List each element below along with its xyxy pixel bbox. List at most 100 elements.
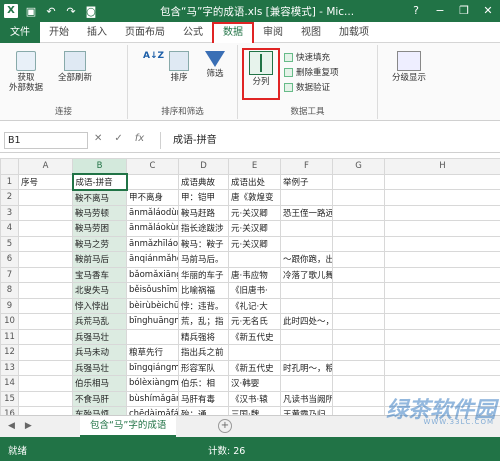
cell[interactable]: 兵强马壮: [72, 328, 127, 345]
cell[interactable]: 兵强马壮: [72, 359, 127, 376]
cell[interactable]: [384, 204, 500, 221]
column-header[interactable]: H: [384, 158, 500, 175]
cell[interactable]: 时孔明～，粮草丰足，所用之物，一切完: [280, 359, 333, 376]
cell[interactable]: [280, 375, 333, 392]
cell[interactable]: běisǒushīmǎ: [126, 282, 179, 299]
cell[interactable]: [18, 204, 73, 221]
cell[interactable]: 鞍马劳困: [72, 220, 127, 237]
column-header[interactable]: F: [280, 158, 333, 175]
enter-icon[interactable]: ✓: [114, 133, 122, 144]
cell[interactable]: 元·关汉卿: [228, 220, 281, 237]
cell[interactable]: [384, 297, 500, 314]
cell[interactable]: [384, 189, 500, 206]
data-validation-button[interactable]: 数据验证: [284, 81, 330, 93]
cell[interactable]: 成语出处: [228, 173, 281, 190]
row-number[interactable]: 12: [0, 344, 19, 361]
cell[interactable]: ānmǎláodùn: [126, 204, 179, 221]
cell[interactable]: [126, 173, 179, 190]
cell[interactable]: 元·无名氏: [228, 313, 281, 330]
column-header[interactable]: C: [126, 158, 179, 175]
cell[interactable]: [280, 189, 333, 206]
cell[interactable]: [280, 297, 333, 314]
name-box[interactable]: B1: [4, 132, 88, 149]
cell[interactable]: [18, 313, 73, 330]
cell[interactable]: 马肝有毒: [178, 390, 229, 407]
cell[interactable]: [18, 375, 73, 392]
tab-home[interactable]: 开始: [40, 22, 78, 43]
cell[interactable]: 不食马肝: [72, 390, 127, 407]
cell[interactable]: 形容军队: [178, 359, 229, 376]
sheet-prev-icon[interactable]: ◀: [8, 421, 15, 431]
cell[interactable]: 《新五代史: [228, 359, 281, 376]
cell[interactable]: ānqiánmǎhòu: [126, 251, 179, 268]
cell[interactable]: [332, 266, 385, 283]
cell[interactable]: bèirùbèichū: [126, 297, 179, 314]
row-number[interactable]: 1: [0, 173, 19, 190]
cell[interactable]: 伯乐：相: [178, 375, 229, 392]
cell[interactable]: [228, 344, 281, 361]
cell[interactable]: bīnghuāngmǎluàn: [126, 313, 179, 330]
cell[interactable]: [384, 266, 500, 283]
tab-page-layout[interactable]: 页面布局: [116, 22, 174, 43]
cell[interactable]: [332, 406, 385, 415]
cell[interactable]: 《礼记·大: [228, 297, 281, 314]
cell[interactable]: [332, 313, 385, 330]
camera-icon[interactable]: ◙: [84, 5, 98, 18]
column-header-selected[interactable]: B: [72, 158, 127, 175]
cell[interactable]: 华丽的车子: [178, 266, 229, 283]
cell[interactable]: 悖入悖出: [72, 297, 127, 314]
column-header[interactable]: D: [178, 158, 229, 175]
row-number[interactable]: 9: [0, 297, 19, 314]
cell[interactable]: 伯乐相马: [72, 375, 127, 392]
formula-input[interactable]: 成语-拼音: [160, 132, 496, 149]
minimize-button[interactable]: −: [428, 0, 452, 22]
cell[interactable]: 《汉书·辕: [228, 390, 281, 407]
tab-formulas[interactable]: 公式: [174, 22, 212, 43]
cell[interactable]: 兵荒马乱: [72, 313, 127, 330]
cell[interactable]: [332, 359, 385, 376]
row-number[interactable]: 14: [0, 375, 19, 392]
row-number[interactable]: 4: [0, 220, 19, 237]
row-number[interactable]: 6: [0, 251, 19, 268]
cell[interactable]: [18, 220, 73, 237]
cell[interactable]: [18, 189, 73, 206]
cell[interactable]: bólèxiàngmǎ: [126, 375, 179, 392]
tab-review[interactable]: 审阅: [254, 22, 292, 43]
cell[interactable]: 马前马后。: [178, 251, 229, 268]
cell[interactable]: 成语-拼音: [71, 173, 128, 191]
cell[interactable]: 鞍不离马: [72, 189, 127, 206]
cell[interactable]: chēdàimǎfán: [126, 406, 179, 415]
get-external-data-button[interactable]: 获取 外部数据: [6, 51, 46, 93]
column-header[interactable]: E: [228, 158, 281, 175]
column-header[interactable]: A: [18, 158, 73, 175]
cell[interactable]: 指出兵之前: [178, 344, 229, 361]
cell[interactable]: 鞍马劳顿: [72, 204, 127, 221]
cell[interactable]: [280, 235, 333, 252]
cell[interactable]: 殆：通: [178, 406, 229, 415]
cell[interactable]: [332, 204, 385, 221]
cell[interactable]: 序号: [18, 173, 73, 190]
cell[interactable]: [384, 282, 500, 299]
sheet-next-icon[interactable]: ▶: [25, 421, 32, 431]
row-number[interactable]: 13: [0, 359, 19, 376]
tab-insert[interactable]: 插入: [78, 22, 116, 43]
cell[interactable]: [384, 313, 500, 330]
cell[interactable]: [384, 173, 500, 190]
cell[interactable]: 鞍马之劳: [72, 235, 127, 252]
cell[interactable]: [332, 220, 385, 237]
save-icon[interactable]: ▣: [24, 5, 38, 18]
cancel-icon[interactable]: ✕: [94, 133, 102, 144]
add-sheet-button[interactable]: +: [218, 419, 232, 433]
cell[interactable]: 凡读书当阙所疑，所谓，未为不知味: [280, 390, 333, 407]
cell[interactable]: 宝马香车: [72, 266, 127, 283]
help-button[interactable]: ?: [404, 0, 428, 22]
cell[interactable]: 甲不离身: [126, 189, 179, 206]
cell[interactable]: [228, 251, 281, 268]
redo-icon[interactable]: ↷: [64, 5, 78, 18]
row-number[interactable]: 7: [0, 266, 19, 283]
cell[interactable]: [18, 297, 73, 314]
cell[interactable]: [332, 328, 385, 345]
cell[interactable]: 鞍马赶路: [178, 204, 229, 221]
cell[interactable]: 粮草先行: [126, 344, 179, 361]
cell[interactable]: 《旧唐书·: [228, 282, 281, 299]
